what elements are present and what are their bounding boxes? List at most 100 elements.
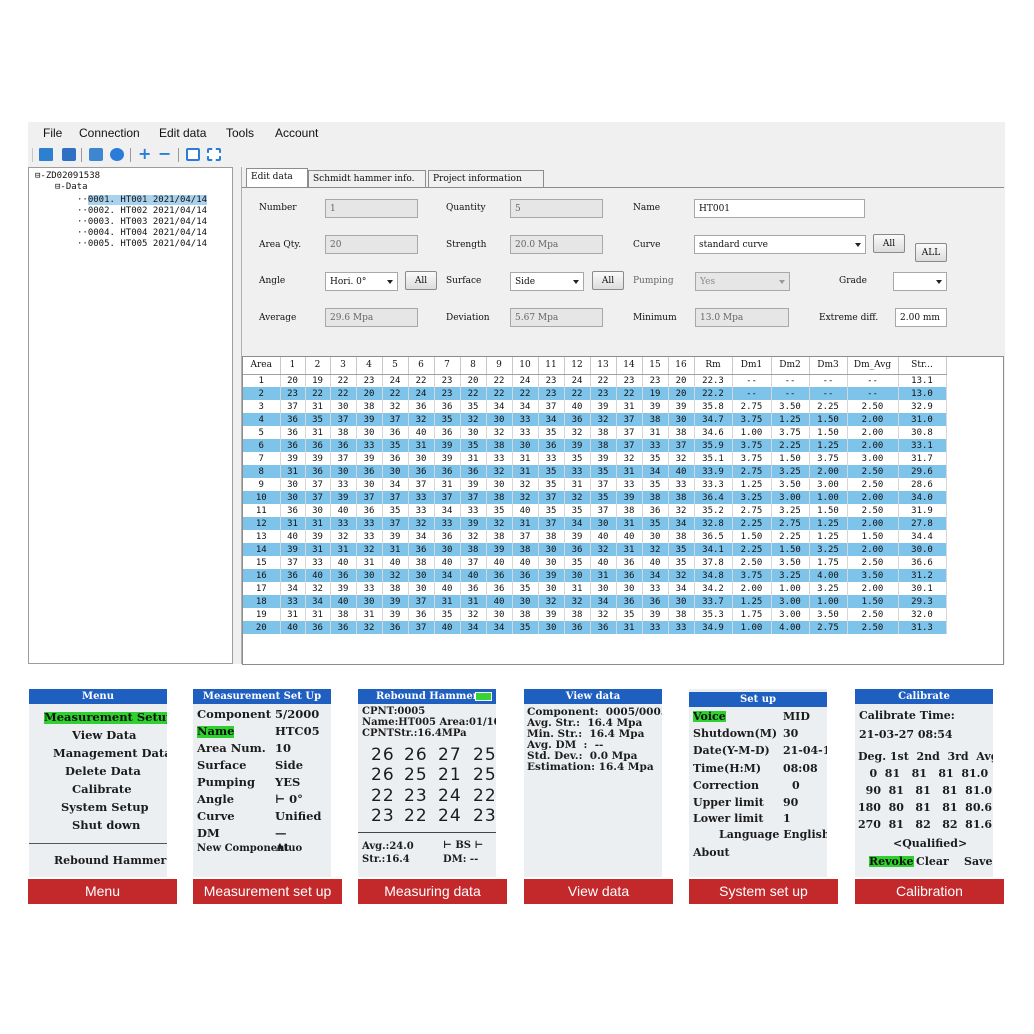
- table-cell[interactable]: 34: [460, 621, 487, 634]
- table-cell[interactable]: 32: [486, 465, 513, 478]
- table-cell[interactable]: 35: [590, 491, 617, 504]
- table-row[interactable]: 8 31 36 30 36 30 36 36 36 32 31 35 33 35 31 34 40 33.9 2.7…: [243, 465, 947, 478]
- table-cell[interactable]: 22: [460, 387, 487, 400]
- table-cell[interactable]: 37: [434, 491, 461, 504]
- table-cell[interactable]: 1.25: [771, 413, 810, 426]
- column-header[interactable]: 5: [382, 357, 409, 375]
- table-cell[interactable]: 37: [408, 478, 435, 491]
- table-cell[interactable]: 30: [590, 517, 617, 530]
- setup-value[interactable]: ⊢ 0°: [275, 793, 303, 806]
- table-cell[interactable]: 33: [642, 582, 669, 595]
- table-cell[interactable]: 30.0: [898, 543, 947, 556]
- table-cell[interactable]: 1.50: [732, 530, 772, 543]
- table-cell[interactable]: 35: [512, 582, 539, 595]
- table-cell[interactable]: 38: [616, 504, 643, 517]
- table-cell[interactable]: 8: [243, 465, 281, 478]
- table-cell[interactable]: 39: [280, 452, 306, 465]
- table-cell[interactable]: 22: [486, 387, 513, 400]
- tree-item[interactable]: ··0002. HT002 2021/04/14: [77, 206, 207, 217]
- table-cell[interactable]: 36: [434, 426, 461, 439]
- table-cell[interactable]: 23: [538, 374, 565, 387]
- table-cell[interactable]: 3.00: [771, 595, 810, 608]
- setting-key[interactable]: Date(Y-M-D): [693, 745, 770, 756]
- table-row[interactable]: 6 36 36 36 33 35 31 39 35 38 30 36 39 38 37 33 37 35.9 3.7…: [243, 439, 947, 452]
- table-cell[interactable]: 36: [434, 465, 461, 478]
- table-cell[interactable]: --: [771, 374, 810, 387]
- table-cell[interactable]: 2.00: [732, 582, 772, 595]
- table-cell[interactable]: 37: [590, 478, 617, 491]
- table-cell[interactable]: 3.50: [809, 608, 848, 621]
- table-cell[interactable]: 2.50: [847, 478, 899, 491]
- table-cell[interactable]: 3.75: [771, 426, 810, 439]
- table-cell[interactable]: 2.00: [809, 465, 848, 478]
- table-cell[interactable]: 22: [590, 374, 617, 387]
- tree-data-node[interactable]: ⊟-Data: [55, 182, 88, 193]
- table-cell[interactable]: 38: [486, 491, 513, 504]
- table-cell[interactable]: 36: [408, 608, 435, 621]
- table-cell[interactable]: 3.25: [809, 543, 848, 556]
- table-cell[interactable]: 40: [434, 582, 461, 595]
- table-cell[interactable]: 30: [668, 413, 695, 426]
- table-cell[interactable]: 38: [460, 543, 487, 556]
- table-cell[interactable]: 31.9: [898, 504, 947, 517]
- table-row[interactable]: 15 37 33 40 31 40 38 40 37 40 40 30 35 40 36 40 35 37.8 2.…: [243, 556, 947, 569]
- table-cell[interactable]: --: [847, 374, 899, 387]
- table-cell[interactable]: 36: [434, 400, 461, 413]
- table-cell[interactable]: 30: [408, 452, 435, 465]
- column-header[interactable]: Rm: [694, 357, 733, 375]
- tree-item[interactable]: ··0001. HT001 2021/04/14: [77, 195, 208, 206]
- table-cell[interactable]: 34: [280, 582, 306, 595]
- image-icon[interactable]: [89, 148, 103, 161]
- table-cell[interactable]: 3.00: [771, 491, 810, 504]
- pumping-select[interactable]: Yes: [695, 272, 790, 291]
- table-cell[interactable]: 36: [330, 621, 357, 634]
- table-cell[interactable]: 32: [512, 491, 539, 504]
- table-cell[interactable]: 30: [408, 582, 435, 595]
- table-cell[interactable]: 2.75: [732, 400, 772, 413]
- table-cell[interactable]: 19: [243, 608, 281, 621]
- clear-button[interactable]: Clear: [916, 856, 949, 867]
- menu-account[interactable]: Account: [275, 126, 318, 140]
- table-cell[interactable]: 31.3: [898, 621, 947, 634]
- table-row[interactable]: 10 30 37 39 37 37 33 37 37 38 32 37 32 35 39 38 38 36.4 3.…: [243, 491, 947, 504]
- table-cell[interactable]: 2: [243, 387, 281, 400]
- table-cell[interactable]: 33: [434, 517, 461, 530]
- column-header[interactable]: Dm3: [809, 357, 848, 375]
- table-cell[interactable]: 31: [642, 426, 669, 439]
- tab-project-info[interactable]: Project information: [428, 170, 544, 187]
- table-cell[interactable]: 2.25: [732, 543, 772, 556]
- table-cell[interactable]: 33.3: [694, 478, 733, 491]
- table-cell[interactable]: 39: [356, 413, 383, 426]
- revoke-button[interactable]: Revoke: [869, 856, 914, 867]
- curve-select[interactable]: standard curve: [694, 235, 866, 254]
- table-cell[interactable]: 40: [642, 556, 669, 569]
- table-cell[interactable]: 36: [280, 504, 306, 517]
- table-cell[interactable]: 32: [590, 608, 617, 621]
- tree-root[interactable]: ⊟-ZD02091538: [35, 171, 100, 182]
- table-cell[interactable]: 36: [280, 569, 306, 582]
- column-header[interactable]: 16: [668, 357, 695, 375]
- table-cell[interactable]: 2.50: [847, 556, 899, 569]
- table-cell[interactable]: 37: [460, 491, 487, 504]
- table-cell[interactable]: 1.00: [809, 595, 848, 608]
- table-cell[interactable]: 36.5: [694, 530, 733, 543]
- table-cell[interactable]: 10: [243, 491, 281, 504]
- table-cell[interactable]: 17: [243, 582, 281, 595]
- menu-item[interactable]: Management Data: [53, 747, 167, 760]
- table-cell[interactable]: 39: [538, 569, 565, 582]
- table-cell[interactable]: 31: [330, 543, 357, 556]
- table-cell[interactable]: 38: [330, 426, 357, 439]
- table-cell[interactable]: 40: [486, 556, 513, 569]
- table-cell[interactable]: 30: [486, 413, 513, 426]
- angle-select[interactable]: Hori. 0°: [325, 272, 398, 291]
- table-cell[interactable]: 5: [243, 426, 281, 439]
- table-cell[interactable]: 2.00: [847, 543, 899, 556]
- column-header[interactable]: 4: [356, 357, 383, 375]
- column-header[interactable]: 12: [564, 357, 591, 375]
- table-cell[interactable]: 39: [305, 452, 331, 465]
- table-cell[interactable]: 9: [243, 478, 281, 491]
- table-cell[interactable]: 34.9: [694, 621, 733, 634]
- table-cell[interactable]: 36: [486, 582, 513, 595]
- table-cell[interactable]: 1.75: [809, 556, 848, 569]
- table-cell[interactable]: 35: [305, 413, 331, 426]
